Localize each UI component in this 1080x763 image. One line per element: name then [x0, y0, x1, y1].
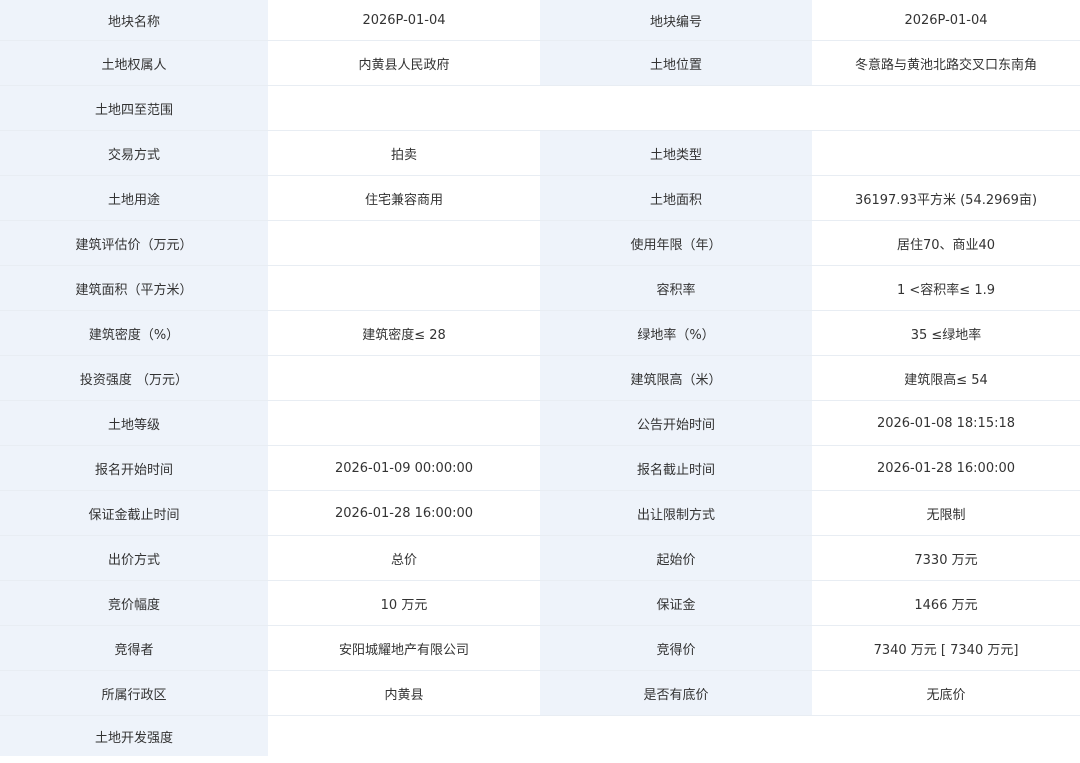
field-value — [268, 355, 540, 401]
field-value: 居住70、商业40 — [812, 220, 1080, 266]
field-value — [268, 265, 540, 311]
field-value: 7330 万元 — [812, 535, 1080, 581]
field-label: 土地四至范围 — [0, 85, 268, 131]
field-value: 36197.93平方米 (54.2969亩) — [812, 175, 1080, 221]
table-row: 保证金截止时间 2026-01-28 16:00:00 出让限制方式 无限制 — [0, 490, 1080, 536]
table-row: 报名开始时间 2026-01-09 00:00:00 报名截止时间 2026-01-2… — [0, 445, 1080, 491]
field-value: 无限制 — [812, 490, 1080, 536]
field-label: 建筑密度（%） — [0, 310, 268, 356]
field-value: 安阳城耀地产有限公司 — [268, 625, 540, 671]
table-row: 土地四至范围 — [0, 85, 1080, 131]
field-label: 使用年限（年） — [540, 220, 812, 266]
table-row: 建筑密度（%） 建筑密度≤ 28 绿地率（%） 35 ≤绿地率 — [0, 310, 1080, 356]
field-label: 所属行政区 — [0, 670, 268, 716]
field-value: 总价 — [268, 535, 540, 581]
field-label: 报名截止时间 — [540, 445, 812, 491]
field-label: 竞得者 — [0, 625, 268, 671]
table-row: 土地用途 住宅兼容商用 土地面积 36197.93平方米 (54.2969亩) — [0, 175, 1080, 221]
table-row: 出价方式 总价 起始价 7330 万元 — [0, 535, 1080, 581]
field-label: 保证金 — [540, 580, 812, 626]
field-value: 2026-01-28 16:00:00 — [268, 490, 540, 536]
field-value: 内黄县人民政府 — [268, 40, 540, 86]
field-label: 土地用途 — [0, 175, 268, 221]
field-value — [268, 715, 1080, 756]
field-label: 出让限制方式 — [540, 490, 812, 536]
field-label: 建筑评估价（万元） — [0, 220, 268, 266]
land-info-body: 地块名称 2026P-01-04 地块编号 2026P-01-04 土地权属人 内黄县人民… — [0, 0, 1080, 756]
field-label: 竞价幅度 — [0, 580, 268, 626]
field-value: 1466 万元 — [812, 580, 1080, 626]
land-info-table: 地块名称 2026P-01-04 地块编号 2026P-01-04 土地权属人 内黄县人民… — [0, 0, 1080, 756]
table-row: 投资强度 （万元） 建筑限高（米） 建筑限高≤ 54 — [0, 355, 1080, 401]
field-label: 土地权属人 — [0, 40, 268, 86]
field-label: 是否有底价 — [540, 670, 812, 716]
field-label: 交易方式 — [0, 130, 268, 176]
field-label: 投资强度 （万元） — [0, 355, 268, 401]
table-row: 土地权属人 内黄县人民政府 土地位置 冬意路与黄池北路交叉口东南角 — [0, 40, 1080, 86]
field-value: 建筑限高≤ 54 — [812, 355, 1080, 401]
field-label: 报名开始时间 — [0, 445, 268, 491]
field-label: 建筑面积（平方米） — [0, 265, 268, 311]
field-value: 拍卖 — [268, 130, 540, 176]
field-value — [268, 85, 1080, 131]
field-value: 10 万元 — [268, 580, 540, 626]
field-label: 保证金截止时间 — [0, 490, 268, 536]
field-value: 35 ≤绿地率 — [812, 310, 1080, 356]
field-value: 无底价 — [812, 670, 1080, 716]
field-value: 冬意路与黄池北路交叉口东南角 — [812, 40, 1080, 86]
table-row: 建筑评估价（万元） 使用年限（年） 居住70、商业40 — [0, 220, 1080, 266]
field-label: 地块编号 — [540, 0, 812, 41]
field-value: 7340 万元 [ 7340 万元] — [812, 625, 1080, 671]
table-row: 土地开发强度 — [0, 715, 1080, 756]
table-row: 竞得者 安阳城耀地产有限公司 竞得价 7340 万元 [ 7340 万元] — [0, 625, 1080, 671]
table-row: 地块名称 2026P-01-04 地块编号 2026P-01-04 — [0, 0, 1080, 41]
field-label: 土地位置 — [540, 40, 812, 86]
table-row: 竞价幅度 10 万元 保证金 1466 万元 — [0, 580, 1080, 626]
field-label: 建筑限高（米） — [540, 355, 812, 401]
field-value: 建筑密度≤ 28 — [268, 310, 540, 356]
field-label: 出价方式 — [0, 535, 268, 581]
field-label: 土地开发强度 — [0, 715, 268, 756]
field-value: 2026P-01-04 — [812, 0, 1080, 41]
field-value — [812, 130, 1080, 176]
table-row: 交易方式 拍卖 土地类型 — [0, 130, 1080, 176]
field-value: 2026-01-28 16:00:00 — [812, 445, 1080, 491]
field-label: 起始价 — [540, 535, 812, 581]
field-value: 1 <容积率≤ 1.9 — [812, 265, 1080, 311]
field-label: 公告开始时间 — [540, 400, 812, 446]
field-label: 竞得价 — [540, 625, 812, 671]
field-value — [268, 400, 540, 446]
field-label: 绿地率（%） — [540, 310, 812, 356]
table-row: 建筑面积（平方米） 容积率 1 <容积率≤ 1.9 — [0, 265, 1080, 311]
field-value — [268, 220, 540, 266]
table-row: 所属行政区 内黄县 是否有底价 无底价 — [0, 670, 1080, 716]
field-label: 容积率 — [540, 265, 812, 311]
field-value: 2026P-01-04 — [268, 0, 540, 41]
field-value: 2026-01-08 18:15:18 — [812, 400, 1080, 446]
field-label: 土地类型 — [540, 130, 812, 176]
table-row: 土地等级 公告开始时间 2026-01-08 18:15:18 — [0, 400, 1080, 446]
field-value: 住宅兼容商用 — [268, 175, 540, 221]
field-value: 内黄县 — [268, 670, 540, 716]
field-label: 土地面积 — [540, 175, 812, 221]
field-label: 土地等级 — [0, 400, 268, 446]
field-label: 地块名称 — [0, 0, 268, 41]
field-value: 2026-01-09 00:00:00 — [268, 445, 540, 491]
